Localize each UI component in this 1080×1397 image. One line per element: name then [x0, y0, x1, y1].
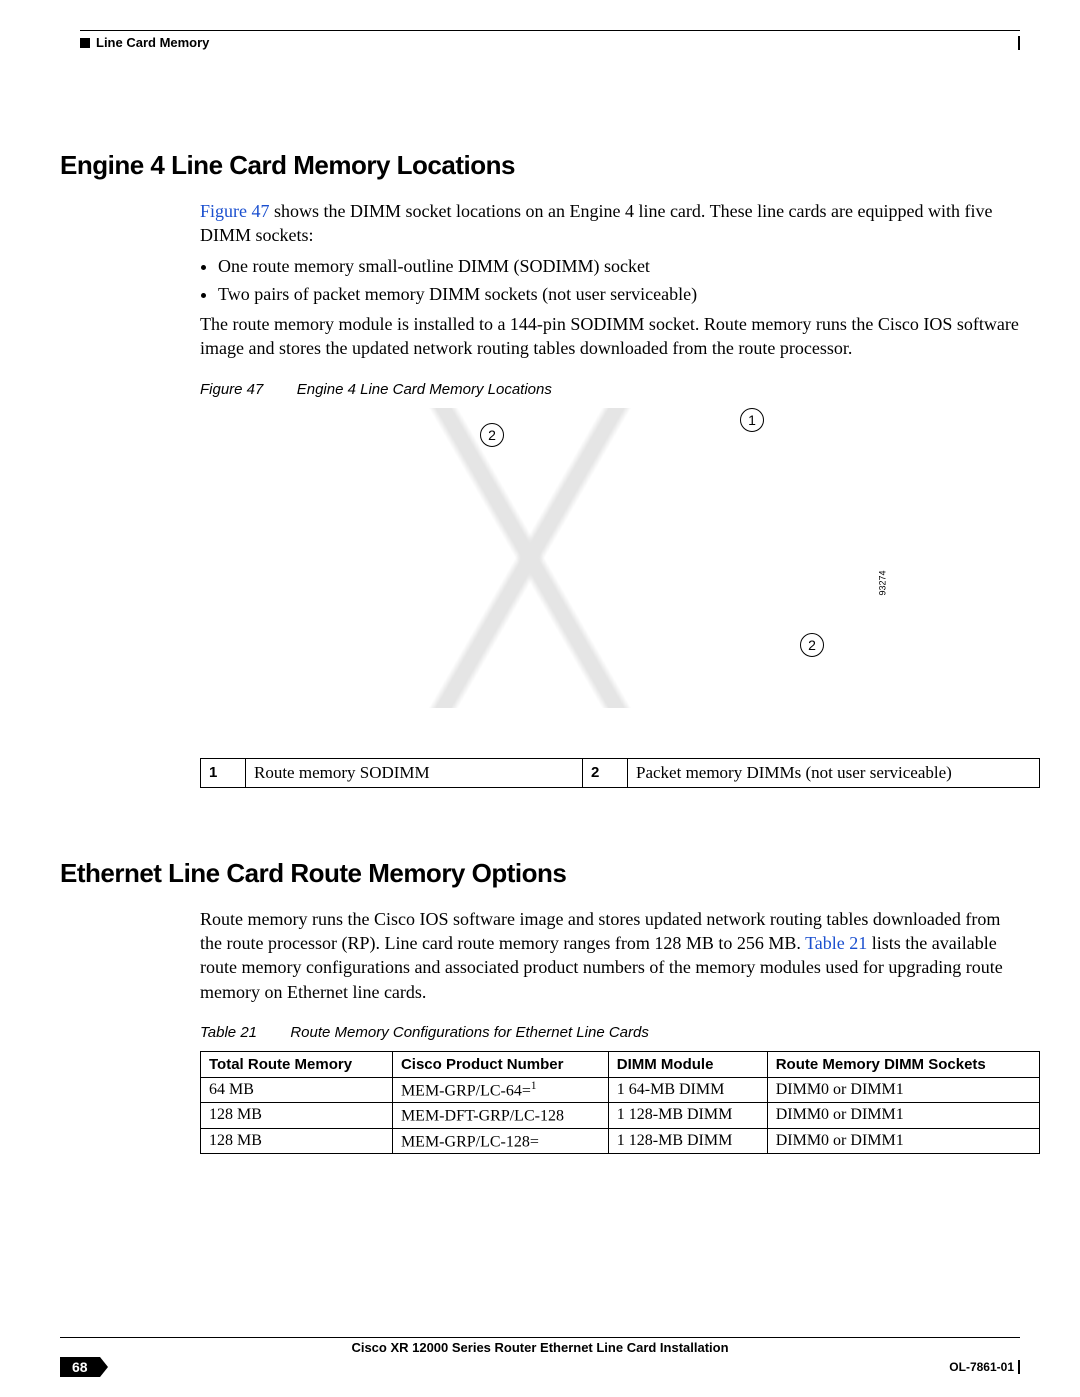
bullet-list: One route memory small-outline DIMM (SOD…: [218, 254, 1020, 307]
page-number: 68: [60, 1357, 100, 1377]
legend-num: 2: [583, 758, 628, 787]
route-memory-table: Total Route Memory Cisco Product Number …: [200, 1051, 1040, 1154]
figure-legend-table: 1 Route memory SODIMM 2 Packet memory DI…: [200, 758, 1040, 788]
callout-circle: 2: [480, 423, 504, 447]
body-paragraph: The route memory module is installed to …: [200, 312, 1020, 361]
table-cell: MEM-GRP/LC-64=1: [392, 1077, 608, 1102]
table-caption: Table 21 Route Memory Configurations for…: [200, 1024, 1020, 1041]
running-header: Line Card Memory: [80, 35, 1020, 50]
page-num-arrow-icon: [100, 1357, 108, 1377]
legend-num: 1: [201, 758, 246, 787]
table-title: Route Memory Configurations for Ethernet…: [290, 1024, 649, 1041]
table-cell: 1 128-MB DIMM: [608, 1103, 767, 1128]
table-cell: DIMM0 or DIMM1: [767, 1128, 1039, 1153]
section-heading: Engine 4 Line Card Memory Locations: [60, 150, 1020, 181]
figure-illustration: 1 2 2 93274: [200, 408, 880, 728]
table-ref-link[interactable]: Table 21: [805, 933, 867, 953]
table-header: Total Route Memory: [201, 1051, 393, 1077]
footer-tick-icon: [1018, 1360, 1020, 1374]
header-bullet-icon: [80, 38, 90, 48]
table-row: 128 MB MEM-GRP/LC-128= 1 128-MB DIMM DIM…: [201, 1128, 1040, 1153]
table-cell: 128 MB: [201, 1128, 393, 1153]
table-cell: 64 MB: [201, 1077, 393, 1102]
footer-doc-title: Cisco XR 12000 Series Router Ethernet Li…: [60, 1340, 1020, 1355]
table-header: DIMM Module: [608, 1051, 767, 1077]
table-row: 128 MB MEM-DFT-GRP/LC-128 1 128-MB DIMM …: [201, 1103, 1040, 1128]
header-tick-icon: [1018, 36, 1020, 50]
figure-label: Figure 47: [200, 381, 263, 398]
legend-text: Route memory SODIMM: [246, 758, 583, 787]
table-cell: MEM-DFT-GRP/LC-128: [392, 1103, 608, 1128]
page-footer: Cisco XR 12000 Series Router Ethernet Li…: [60, 1337, 1020, 1377]
table-row: 64 MB MEM-GRP/LC-64=1 1 64-MB DIMM DIMM0…: [201, 1077, 1040, 1102]
header-section-title: Line Card Memory: [96, 35, 209, 50]
table-cell: 1 64-MB DIMM: [608, 1077, 767, 1102]
list-item: Two pairs of packet memory DIMM sockets …: [218, 282, 1020, 306]
callout-circle: 1: [740, 408, 764, 432]
figure-ref-id: 93274: [878, 570, 888, 595]
table-header: Cisco Product Number: [392, 1051, 608, 1077]
table-header: Route Memory DIMM Sockets: [767, 1051, 1039, 1077]
figure-caption: Figure 47 Engine 4 Line Card Memory Loca…: [200, 381, 1020, 398]
figure-ref-link[interactable]: Figure 47: [200, 201, 270, 221]
table-label: Table 21: [200, 1024, 257, 1041]
callout-circle: 2: [800, 633, 824, 657]
section-heading: Ethernet Line Card Route Memory Options: [60, 858, 1020, 889]
table-cell: 1 128-MB DIMM: [608, 1128, 767, 1153]
figure-title: Engine 4 Line Card Memory Locations: [297, 381, 552, 398]
table-cell: MEM-GRP/LC-128=: [392, 1128, 608, 1153]
intro-paragraph: Figure 47 shows the DIMM socket location…: [200, 199, 1020, 248]
table-cell: DIMM0 or DIMM1: [767, 1077, 1039, 1102]
table-cell: 128 MB: [201, 1103, 393, 1128]
footer-doc-id: OL-7861-01: [949, 1360, 1014, 1374]
body-paragraph: Route memory runs the Cisco IOS software…: [200, 907, 1020, 1004]
legend-text: Packet memory DIMMs (not user serviceabl…: [628, 758, 1040, 787]
intro-text: shows the DIMM socket locations on an En…: [200, 201, 992, 245]
list-item: One route memory small-outline DIMM (SOD…: [218, 254, 1020, 278]
table-cell: DIMM0 or DIMM1: [767, 1103, 1039, 1128]
